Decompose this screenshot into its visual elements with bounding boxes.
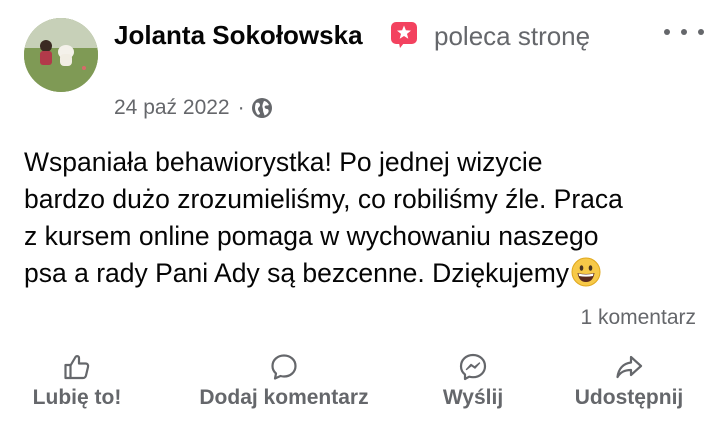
recommend-icon — [390, 21, 418, 49]
send-button[interactable]: Wyślij — [426, 352, 520, 410]
like-label: Lubię to! — [32, 386, 122, 409]
share-label: Udostępnij — [574, 386, 684, 409]
thumbs-up-icon — [62, 352, 92, 382]
like-button[interactable]: Lubię to! — [22, 352, 132, 410]
share-button[interactable]: Udostępnij — [566, 352, 692, 410]
share-arrow-icon — [614, 352, 644, 382]
avatar[interactable] — [24, 18, 98, 92]
post-meta: 24 paź 2022 · — [114, 96, 273, 120]
meta-separator: · — [237, 96, 245, 119]
comments-count[interactable]: 1 komentarz — [580, 306, 696, 330]
send-label: Wyślij — [442, 386, 504, 409]
grinning-face-emoji — [571, 257, 601, 297]
comment-button[interactable]: Dodaj komentarz — [188, 352, 380, 410]
comment-label: Dodaj komentarz — [199, 386, 369, 409]
post-date[interactable]: 24 paź 2022 — [114, 96, 230, 120]
more-options-icon[interactable] — [664, 24, 704, 40]
author-name[interactable]: Jolanta Sokołowska — [114, 20, 363, 51]
recommends-text[interactable]: poleca stronę — [434, 21, 590, 52]
globe-icon — [251, 97, 273, 119]
post-body-text: Wspaniała behawiorystka! Po jednej wizyc… — [24, 147, 623, 288]
post-text: Wspaniała behawiorystka! Po jednej wizyc… — [24, 144, 704, 297]
comment-bubble-icon — [269, 352, 299, 382]
messenger-icon — [458, 352, 488, 382]
